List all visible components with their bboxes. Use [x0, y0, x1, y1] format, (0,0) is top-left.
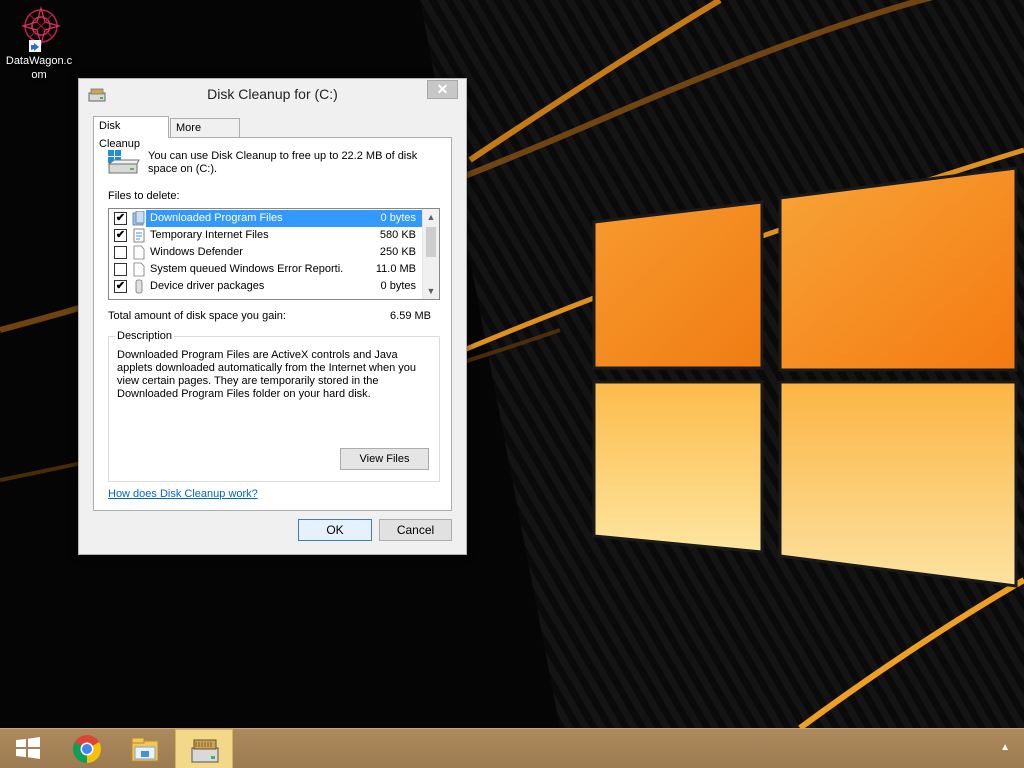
taskbar-chrome[interactable]: [58, 729, 116, 768]
disk-cleanup-dialog: Disk Cleanup for (C:) ✕ Disk Cleanup Mor…: [78, 78, 467, 555]
scroll-up-arrow-icon[interactable]: ▲: [423, 209, 439, 225]
file-row-system-error-reporting[interactable]: System queued Windows Error Reporti... 1…: [109, 261, 422, 278]
cancel-button[interactable]: Cancel: [379, 519, 452, 541]
file-row-downloaded-program-files[interactable]: ✔ Downloaded Program Files 0 bytes: [109, 210, 422, 227]
help-link[interactable]: How does Disk Cleanup work?: [108, 488, 258, 500]
total-space-label: Total amount of disk space you gain:: [108, 310, 286, 322]
blank-file-icon: [132, 245, 146, 260]
tab-panel-disk-cleanup: You can use Disk Cleanup to free up to 2…: [93, 137, 452, 511]
intro-text: You can use Disk Cleanup to free up to 2…: [148, 150, 418, 175]
taskbar: ▲: [0, 728, 1024, 768]
tab-disk-cleanup[interactable]: Disk Cleanup: [93, 116, 169, 150]
file-row-device-driver-packages[interactable]: ✔ Device driver packages 0 bytes: [109, 278, 422, 295]
driver-icon: [132, 279, 146, 294]
tab-more-options[interactable]: More Options: [170, 118, 240, 152]
taskbar-disk-cleanup[interactable]: [175, 729, 233, 768]
total-space-value: 6.59 MB: [390, 310, 431, 322]
folder-icon: [132, 210, 146, 226]
file-name: Temporary Internet Files: [150, 229, 269, 241]
close-button[interactable]: ✕: [427, 80, 458, 99]
description-legend: Description: [115, 330, 175, 342]
view-files-button[interactable]: View Files: [340, 448, 429, 470]
file-size: 0 bytes: [380, 212, 416, 224]
file-name: Downloaded Program Files: [150, 212, 283, 224]
file-checkbox[interactable]: ✔: [114, 280, 127, 293]
start-button[interactable]: [0, 729, 58, 768]
file-row-windows-defender[interactable]: Windows Defender 250 KB: [109, 244, 422, 261]
datawagon-logo-icon: [15, 4, 63, 52]
file-size: 250 KB: [379, 246, 416, 258]
desktop-shortcut-label: DataWagon.com: [5, 55, 73, 81]
file-checkbox[interactable]: ✔: [114, 229, 127, 242]
file-row-temporary-internet-files[interactable]: ✔ Temporary Internet Files 580 KB: [109, 227, 422, 244]
file-checkbox[interactable]: [114, 246, 127, 259]
file-name: Device driver packages: [150, 280, 265, 292]
windows-logo-icon: [16, 737, 40, 759]
file-explorer-icon: [131, 737, 159, 762]
file-name: System queued Windows Error Reporti...: [150, 263, 344, 275]
intro-section: You can use Disk Cleanup to free up to 2…: [106, 146, 436, 180]
files-to-delete-label: Files to delete:: [108, 190, 180, 202]
file-name: Windows Defender: [150, 246, 243, 258]
disk-cleanup-icon: [191, 739, 219, 763]
desktop-shortcut-datawagon[interactable]: DataWagon.com: [2, 4, 76, 92]
file-size: 11.0 MB: [375, 263, 416, 275]
files-to-delete-list[interactable]: ✔ Downloaded Program Files 0 bytes ✔ Tem…: [108, 208, 440, 300]
dialog-title: Disk Cleanup for (C:): [207, 86, 338, 102]
scroll-down-arrow-icon[interactable]: ▼: [423, 283, 439, 299]
description-text: Downloaded Program Files are ActiveX con…: [117, 349, 417, 400]
taskbar-file-explorer[interactable]: [116, 729, 174, 768]
file-checkbox[interactable]: [114, 263, 127, 276]
scroll-thumb[interactable]: [426, 227, 436, 257]
ok-button[interactable]: OK: [298, 519, 372, 541]
file-list-scrollbar[interactable]: ▲ ▼: [422, 209, 439, 299]
document-icon: [132, 228, 146, 243]
chrome-icon: [73, 735, 101, 763]
dialog-titlebar[interactable]: Disk Cleanup for (C:) ✕: [79, 79, 466, 109]
file-size: 580 KB: [379, 229, 416, 241]
blank-file-icon: [132, 262, 146, 277]
file-size: 0 bytes: [380, 280, 416, 292]
file-checkbox[interactable]: ✔: [114, 212, 127, 225]
tray-overflow-arrow-icon[interactable]: ▲: [1000, 742, 1010, 753]
description-group: Description Downloaded Program Files are…: [108, 330, 440, 482]
